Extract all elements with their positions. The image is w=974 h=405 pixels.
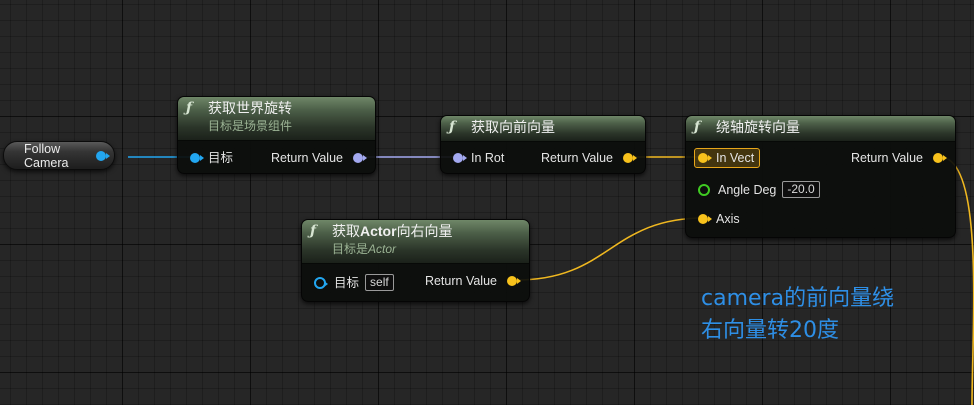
follow-camera-output-pin[interactable] xyxy=(96,150,110,161)
node-header[interactable]: ƒ 获取Actor向右向量 目标是Actor xyxy=(302,220,529,264)
angle-deg-value-input[interactable]: -20.0 xyxy=(782,181,820,198)
angle-deg-input-pin[interactable] xyxy=(698,183,710,196)
axis-input-pin-row[interactable]: Axis xyxy=(698,212,740,226)
comment-line-2: 右向量转20度 xyxy=(701,318,839,343)
get-actor-right-vector-node[interactable]: ƒ 获取Actor向右向量 目标是Actor 目标 self Return Va… xyxy=(301,219,530,302)
subtitle-prefix: 目标是 xyxy=(332,242,369,256)
target-input-pin[interactable] xyxy=(190,153,204,163)
return-value-label: Return Value xyxy=(850,151,923,165)
get-forward-vector-node[interactable]: ƒ 获取向前向量 In Rot Return Value xyxy=(440,115,646,174)
target-label: 目标 xyxy=(334,275,360,290)
angle-deg-label: Angle Deg xyxy=(718,182,777,197)
target-input-pin-row[interactable]: 目标 self xyxy=(314,274,394,291)
title-suffix: 向右向量 xyxy=(396,223,453,239)
return-value-output-pin-row[interactable]: Return Value xyxy=(540,151,637,165)
comment-line-1: camera的前向量绕 xyxy=(701,286,895,311)
function-icon: ƒ xyxy=(449,119,456,135)
axis-input-pin[interactable] xyxy=(698,214,712,224)
follow-camera-label: Follow Camera xyxy=(24,141,69,170)
function-icon: ƒ xyxy=(186,100,193,116)
target-label: 目标 xyxy=(208,151,234,165)
node-title: 获取Actor向右向量 xyxy=(332,221,453,241)
return-value-output-pin-row[interactable]: Return Value xyxy=(270,151,367,165)
function-icon: ƒ xyxy=(694,119,701,135)
node-title: 获取世界旋转 xyxy=(208,100,292,116)
in-rot-input-pin-row[interactable]: In Rot xyxy=(453,151,504,165)
title-bold: Actor xyxy=(360,223,397,239)
return-value-output-pin[interactable] xyxy=(353,153,367,163)
node-title: 获取向前向量 xyxy=(471,119,555,135)
axis-label: Axis xyxy=(716,212,740,226)
angle-deg-input-pin-row[interactable]: Angle Deg -20.0 xyxy=(698,181,820,198)
return-value-output-pin-row[interactable]: Return Value xyxy=(850,151,947,165)
rotate-vector-around-axis-node[interactable]: ƒ 绕轴旋转向量 In Vect Angle Deg -20.0 Axis Re… xyxy=(685,115,956,238)
return-value-output-pin[interactable] xyxy=(623,153,637,163)
return-value-label: Return Value xyxy=(424,274,497,288)
target-input-pin[interactable] xyxy=(314,276,328,289)
return-value-label: Return Value xyxy=(540,151,613,165)
in-vect-input-pin[interactable] xyxy=(698,153,712,163)
return-value-output-pin-row[interactable]: Return Value xyxy=(424,274,521,288)
get-world-rotation-node[interactable]: ƒ 获取世界旋转 目标是场景组件 目标 Return Value xyxy=(177,96,376,174)
title-prefix: 获取 xyxy=(332,223,360,239)
node-subtitle: 目标是场景组件 xyxy=(208,119,293,133)
in-vect-input-pin-row[interactable]: In Vect xyxy=(698,151,754,165)
return-value-output-pin[interactable] xyxy=(933,153,947,163)
node-header[interactable]: ƒ 绕轴旋转向量 xyxy=(686,116,955,142)
return-value-output-pin[interactable] xyxy=(507,276,521,286)
function-icon: ƒ xyxy=(310,223,317,239)
return-value-label: Return Value xyxy=(270,151,343,165)
node-header[interactable]: ƒ 获取世界旋转 目标是场景组件 xyxy=(178,97,375,141)
subtitle-italic: Actor xyxy=(368,242,397,256)
in-rot-label: In Rot xyxy=(471,151,505,165)
node-header[interactable]: ƒ 获取向前向量 xyxy=(441,116,645,142)
target-input-pin-row[interactable]: 目标 xyxy=(190,151,233,165)
in-rot-input-pin[interactable] xyxy=(453,153,467,163)
wire-right-to-axis[interactable] xyxy=(515,217,705,281)
target-self-value[interactable]: self xyxy=(365,274,394,291)
node-subtitle: 目标是Actor xyxy=(310,240,521,256)
in-vect-label: In Vect xyxy=(716,151,755,165)
node-title: 绕轴旋转向量 xyxy=(716,119,800,135)
comment-text: camera的前向量绕 右向量转20度 xyxy=(701,283,894,347)
follow-camera-variable-node[interactable]: Follow Camera xyxy=(3,141,115,170)
